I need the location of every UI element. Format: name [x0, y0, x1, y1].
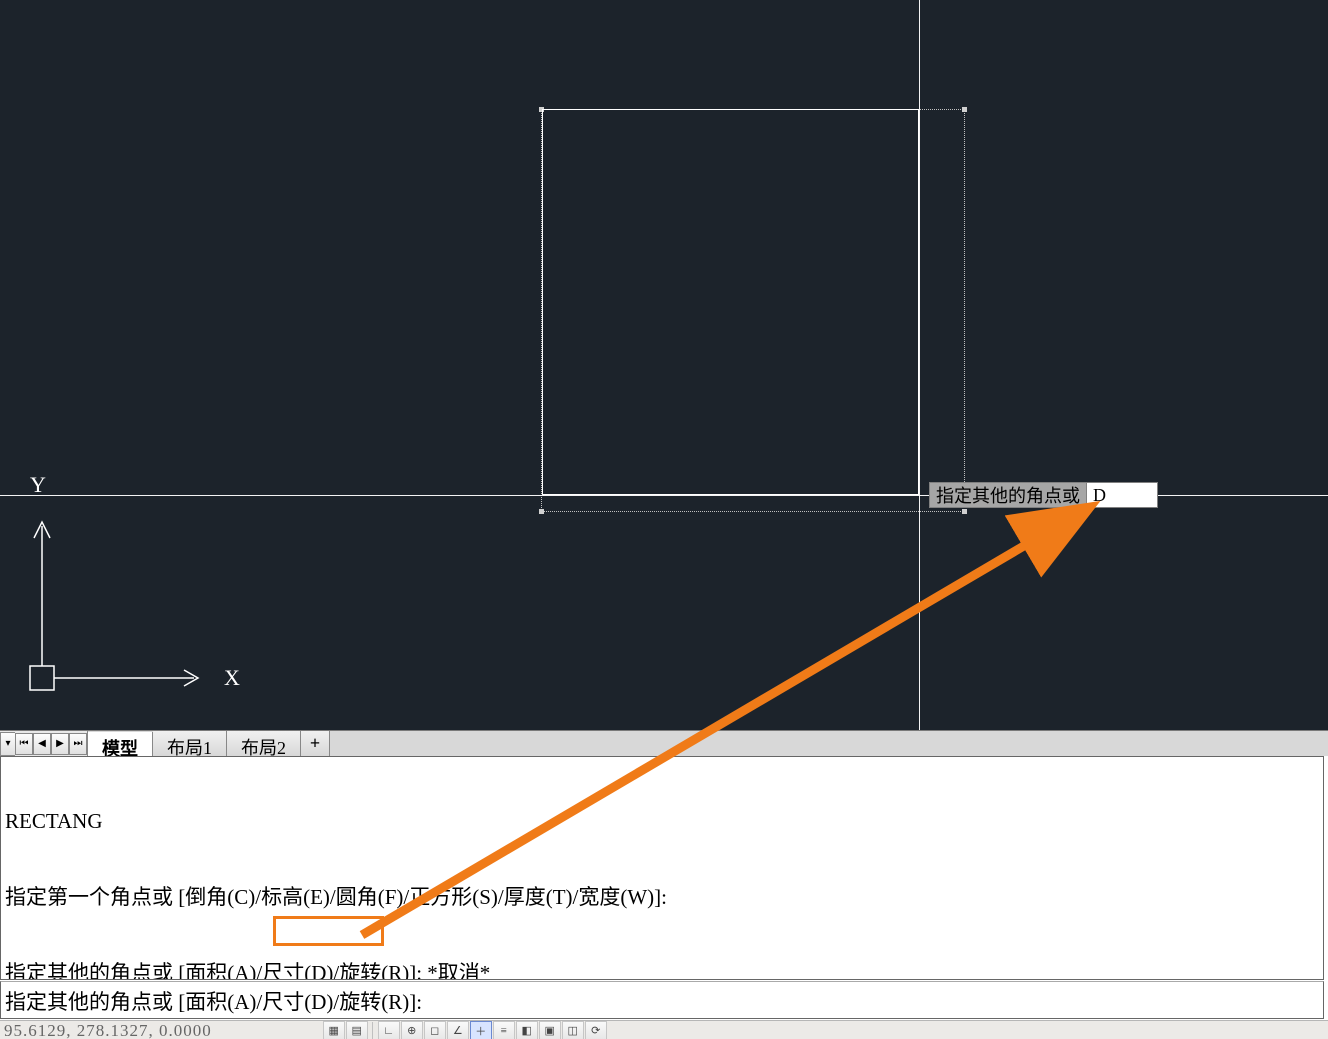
drawing-canvas[interactable]: X Y 指定其他的角点或 — [0, 0, 1328, 730]
status-coordinates: 95.6129, 278.1327, 0.0000 — [0, 1021, 212, 1039]
status-toggle-ortho-icon[interactable]: ∟ — [378, 1021, 400, 1039]
tab-first-button[interactable]: ⏮ — [15, 733, 33, 755]
dynamic-input-label: 指定其他的角点或 — [929, 482, 1087, 508]
tab-layout1[interactable]: 布局1 — [153, 731, 227, 756]
ucs-axis-icon: X Y — [24, 468, 264, 708]
status-bar: 95.6129, 278.1327, 0.0000 ▦ ▤ ∟ ⊕ ◻ ∠ ＋ … — [0, 1020, 1328, 1039]
tab-prev-button[interactable]: ◀ — [33, 733, 51, 755]
ucs-x-label: X — [224, 665, 240, 691]
status-toggle-dyninput-icon[interactable]: ＋ — [470, 1021, 492, 1039]
tab-small-left-icon[interactable]: ▾ — [0, 732, 15, 756]
command-history-line: RECTANG — [5, 809, 1319, 834]
command-history-line: 指定其他的角点或 [面积(A)/尺寸(D)/旋转(R)]: *取消* — [5, 961, 1319, 981]
crosshair-vertical — [919, 0, 920, 730]
tab-scroll-controls: ▾ ⏮ ◀ ▶ ⏭ — [0, 731, 88, 756]
rubberband-handle — [539, 509, 544, 514]
status-toggle-hud-icon[interactable]: ◫ — [562, 1021, 584, 1039]
command-prompt-text: 指定其他的角点或 [面积(A)/尺寸(D)/旋转(R)]: — [5, 990, 422, 1014]
tab-layout2[interactable]: 布局2 — [227, 731, 301, 756]
rubberband-handle — [962, 107, 967, 112]
drawn-rectangle — [542, 109, 919, 495]
status-toggle-grid-icon[interactable]: ▦ — [323, 1021, 345, 1039]
command-history-panel: RECTANG 指定第一个角点或 [倒角(C)/标高(E)/圆角(F)/正方形(… — [0, 756, 1324, 980]
command-history-line: 指定第一个角点或 [倒角(C)/标高(E)/圆角(F)/正方形(S)/厚度(T)… — [5, 885, 1319, 910]
status-toggle-transparency-icon[interactable]: ◧ — [516, 1021, 538, 1039]
layout-tab-bar: ▾ ⏮ ◀ ▶ ⏭ 模型 布局1 布局2 + — [0, 730, 1328, 756]
status-toggle-otrack-icon[interactable]: ∠ — [447, 1021, 469, 1039]
status-toggle-polar-icon[interactable]: ⊕ — [401, 1021, 423, 1039]
dynamic-input-field[interactable] — [1087, 482, 1158, 508]
status-toggle-cycle-icon[interactable]: ⟳ — [585, 1021, 607, 1039]
status-toggle-selection-icon[interactable]: ▣ — [539, 1021, 561, 1039]
tab-last-button[interactable]: ⏭ — [69, 733, 87, 755]
command-line[interactable]: 指定其他的角点或 [面积(A)/尺寸(D)/旋转(R)]: — [0, 981, 1324, 1019]
status-toggle-osnap-icon[interactable]: ◻ — [424, 1021, 446, 1039]
tab-add-button[interactable]: + — [301, 731, 330, 756]
tab-model[interactable]: 模型 — [88, 732, 153, 757]
tab-next-button[interactable]: ▶ — [51, 733, 69, 755]
status-toggle-snap-icon[interactable]: ▤ — [346, 1021, 368, 1039]
status-toggle-lineweight-icon[interactable]: ≡ — [493, 1021, 515, 1039]
dynamic-input-tooltip: 指定其他的角点或 — [929, 482, 1158, 508]
